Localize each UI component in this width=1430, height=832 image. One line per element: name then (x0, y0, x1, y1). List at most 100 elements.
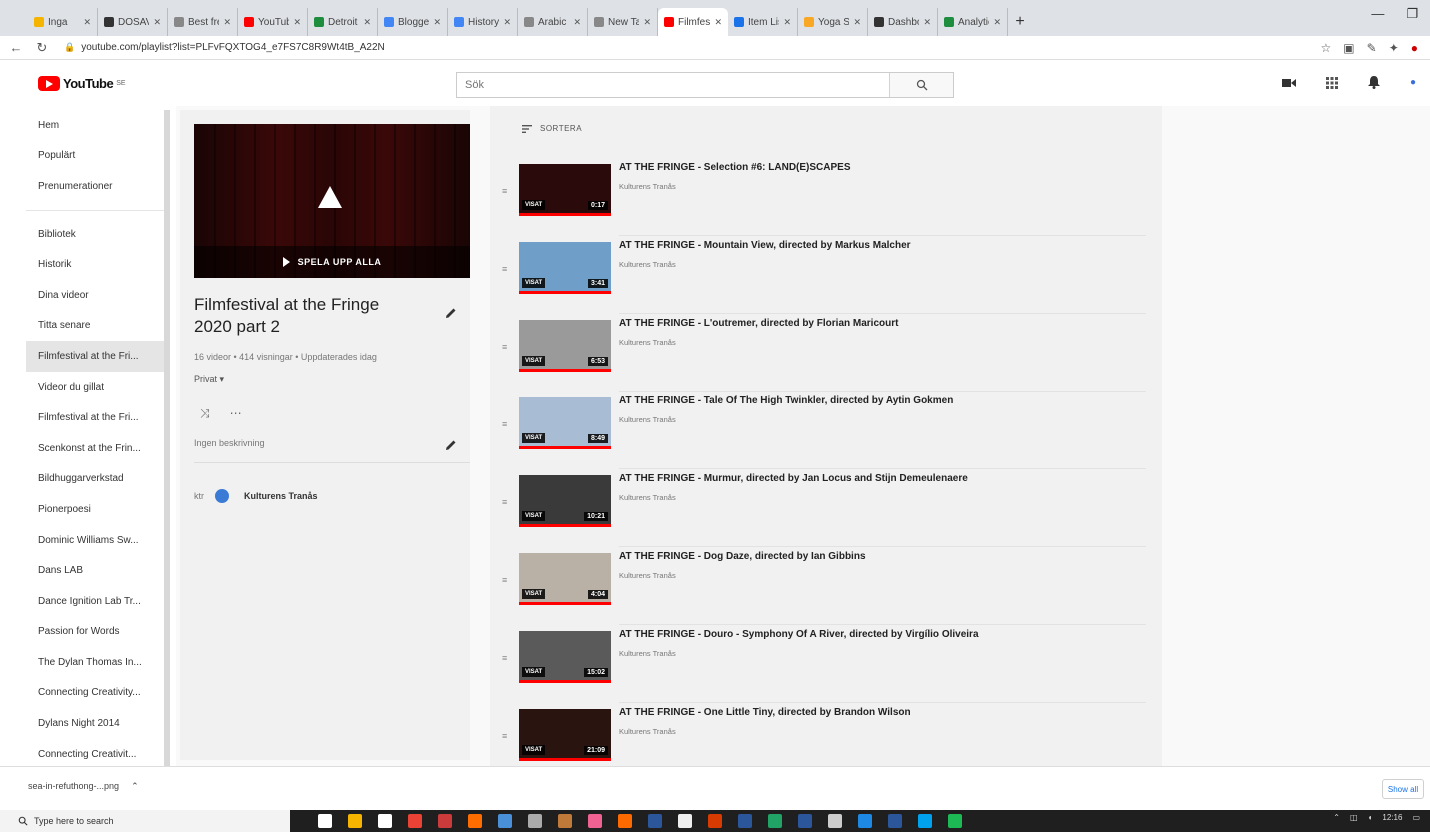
drag-handle-icon[interactable]: ≡ (502, 419, 507, 429)
tab-close-icon[interactable]: ✕ (573, 17, 581, 28)
browser-tab[interactable]: Dashboa ✕ (868, 8, 938, 36)
sidebar-item[interactable]: Dance Ignition Lab Tr... (26, 586, 164, 617)
video-title[interactable]: AT THE FRINGE - Murmur, directed by Jan … (619, 473, 1149, 484)
puzzle-icon[interactable]: ✦ (1389, 41, 1399, 55)
new-tab-button[interactable]: + (1008, 8, 1032, 36)
video-channel[interactable]: Kulturens Tranås (619, 649, 676, 658)
video-title[interactable]: AT THE FRINGE - L'outremer, directed by … (619, 318, 1149, 329)
video-channel[interactable]: Kulturens Tranås (619, 260, 676, 269)
sidebar-item[interactable]: Connecting Creativit... (26, 739, 164, 766)
video-title[interactable]: AT THE FRINGE - Mountain View, directed … (619, 240, 1149, 251)
video-thumbnail[interactable]: VISAT 8:49 (519, 397, 611, 450)
volume-icon[interactable]: ◖ (1368, 813, 1373, 822)
playlist-video-row[interactable]: ≡ VISAT 8:49 AT THE FRINGE - Tale Of The Hi… (490, 391, 1162, 470)
tab-close-icon[interactable]: ✕ (153, 17, 161, 28)
video-thumbnail[interactable]: VISAT 0:17 (519, 164, 611, 216)
taskbar-app-icon[interactable] (498, 814, 512, 828)
tab-close-icon[interactable]: ✕ (223, 17, 231, 28)
tab-close-icon[interactable]: ✕ (993, 17, 1001, 28)
drag-handle-icon[interactable]: ≡ (502, 186, 507, 196)
taskbar-app-icon[interactable] (318, 814, 332, 828)
video-title[interactable]: AT THE FRINGE - Selection #6: LAND(E)SCA… (619, 162, 1149, 173)
taskbar-app-icon[interactable] (558, 814, 572, 828)
taskbar-app-icon[interactable] (408, 814, 422, 828)
sidebar-item[interactable]: Pionerpoesi (26, 494, 164, 525)
video-channel[interactable]: Kulturens Tranås (619, 415, 676, 424)
search-button[interactable] (889, 73, 953, 97)
drag-handle-icon[interactable]: ≡ (502, 497, 507, 507)
sort-button[interactable]: SORTERA (522, 124, 582, 133)
star-icon[interactable]: ☆ (1321, 41, 1332, 55)
tab-close-icon[interactable]: ✕ (83, 17, 91, 28)
browser-tab[interactable]: Analytics ✕ (938, 8, 1008, 36)
video-thumbnail[interactable]: VISAT 15:02 (519, 630, 611, 683)
tab-close-icon[interactable]: ✕ (643, 17, 651, 28)
sidebar-item[interactable]: Dans LAB (26, 555, 164, 586)
sidebar-item[interactable]: Bibliotek (26, 219, 164, 250)
sidebar-item[interactable]: Filmfestival at the Fri... (26, 341, 164, 372)
taskbar-app-icon[interactable] (348, 814, 362, 828)
drag-handle-icon[interactable]: ≡ (502, 575, 507, 585)
browser-tab[interactable]: Arabic ✕ (518, 8, 588, 36)
tab-close-icon[interactable]: ✕ (503, 17, 511, 28)
clock[interactable]: 12:16 (1382, 813, 1402, 822)
extension-icon[interactable]: ▣ (1343, 41, 1354, 55)
video-channel[interactable]: Kulturens Tranås (619, 338, 676, 347)
taskbar-app-icon[interactable] (528, 814, 542, 828)
download-item[interactable]: sea-in-refuthong-...png ⌃ (28, 781, 139, 792)
taskbar-app-icon[interactable] (678, 814, 692, 828)
video-thumbnail[interactable]: VISAT 10:21 (519, 475, 611, 528)
sidebar-item[interactable]: Connecting Creativity... (26, 678, 164, 709)
drag-handle-icon[interactable]: ≡ (502, 342, 507, 352)
sidebar-item[interactable]: Filmfestival at the Fri... (26, 402, 164, 433)
sidebar-item[interactable]: Scenkonst at the Frin... (26, 433, 164, 464)
video-thumbnail[interactable]: VISAT 6:53 (519, 319, 611, 372)
account-avatar[interactable]: ● (1410, 77, 1416, 88)
tab-close-icon[interactable]: ✕ (853, 17, 861, 28)
drag-handle-icon[interactable]: ≡ (502, 653, 507, 663)
youtube-logo[interactable]: YouTube SE (38, 76, 126, 91)
sidebar-item[interactable]: Titta senare (26, 311, 164, 342)
taskbar-app-icon[interactable] (738, 814, 752, 828)
notifications-bell-icon[interactable] (1367, 76, 1380, 89)
taskbar-app-icon[interactable] (588, 814, 602, 828)
play-all-button[interactable]: SPELA UPP ALLA (194, 246, 470, 278)
tab-close-icon[interactable]: ✕ (783, 17, 791, 28)
tab-close-icon[interactable]: ✕ (923, 17, 931, 28)
apps-grid-icon[interactable] (1325, 76, 1338, 89)
show-all-downloads-button[interactable]: Show all (1382, 779, 1424, 799)
video-channel[interactable]: Kulturens Tranås (619, 493, 676, 502)
sidebar-item[interactable]: Prenumerationer (26, 171, 164, 202)
video-channel[interactable]: Kulturens Tranås (619, 571, 676, 580)
video-title[interactable]: AT THE FRINGE - Dog Daze, directed by Ia… (619, 551, 1149, 562)
tab-close-icon[interactable]: ✕ (433, 17, 441, 28)
taskbar-app-icon[interactable] (828, 814, 842, 828)
create-video-icon[interactable] (1281, 77, 1296, 89)
video-title[interactable]: AT THE FRINGE - Tale Of The High Twinkle… (619, 395, 1149, 406)
sidebar-item[interactable]: Dina videor (26, 280, 164, 311)
taskbar-app-icon[interactable] (438, 814, 452, 828)
taskbar-app-icon[interactable] (468, 814, 482, 828)
network-icon[interactable]: ◫ (1350, 813, 1358, 822)
edit-title-pencil-icon[interactable] (444, 306, 458, 320)
tab-close-icon[interactable]: ✕ (714, 17, 722, 28)
chevron-up-icon[interactable]: ⌃ (1333, 813, 1340, 822)
pin-icon[interactable]: ✎ (1367, 41, 1377, 55)
sidebar-item[interactable]: Dominic Williams Sw... (26, 525, 164, 556)
shuffle-icon[interactable]: ⤨ (200, 406, 210, 421)
video-title[interactable]: AT THE FRINGE - Douro - Symphony Of A Ri… (619, 629, 1149, 640)
playlist-video-row[interactable]: ≡ VISAT 6:53 AT THE FRINGE - L'outremer, di… (490, 314, 1162, 392)
sidebar-item[interactable]: Videor du gillat (26, 372, 164, 403)
browser-tab[interactable]: Detroit ✕ (308, 8, 378, 36)
drag-handle-icon[interactable]: ≡ (502, 731, 507, 741)
browser-tab[interactable]: Blogger ✕ (378, 8, 448, 36)
tab-close-icon[interactable]: ✕ (293, 17, 301, 28)
reload-icon[interactable]: ↻ (34, 40, 50, 56)
video-channel[interactable]: Kulturens Tranås (619, 727, 676, 736)
browser-tab[interactable]: Filmfest ✕ (658, 8, 728, 36)
playlist-video-row[interactable]: ≡ VISAT 0:17 AT THE FRINGE - Selection #6: … (490, 158, 1162, 236)
chevron-up-icon[interactable]: ⌃ (131, 781, 139, 792)
taskbar-app-icon[interactable] (858, 814, 872, 828)
browser-tab[interactable]: Inga ✕ (28, 8, 98, 36)
playlist-video-row[interactable]: ≡ VISAT 3:41 AT THE FRINGE - Mountain View,… (490, 236, 1162, 314)
